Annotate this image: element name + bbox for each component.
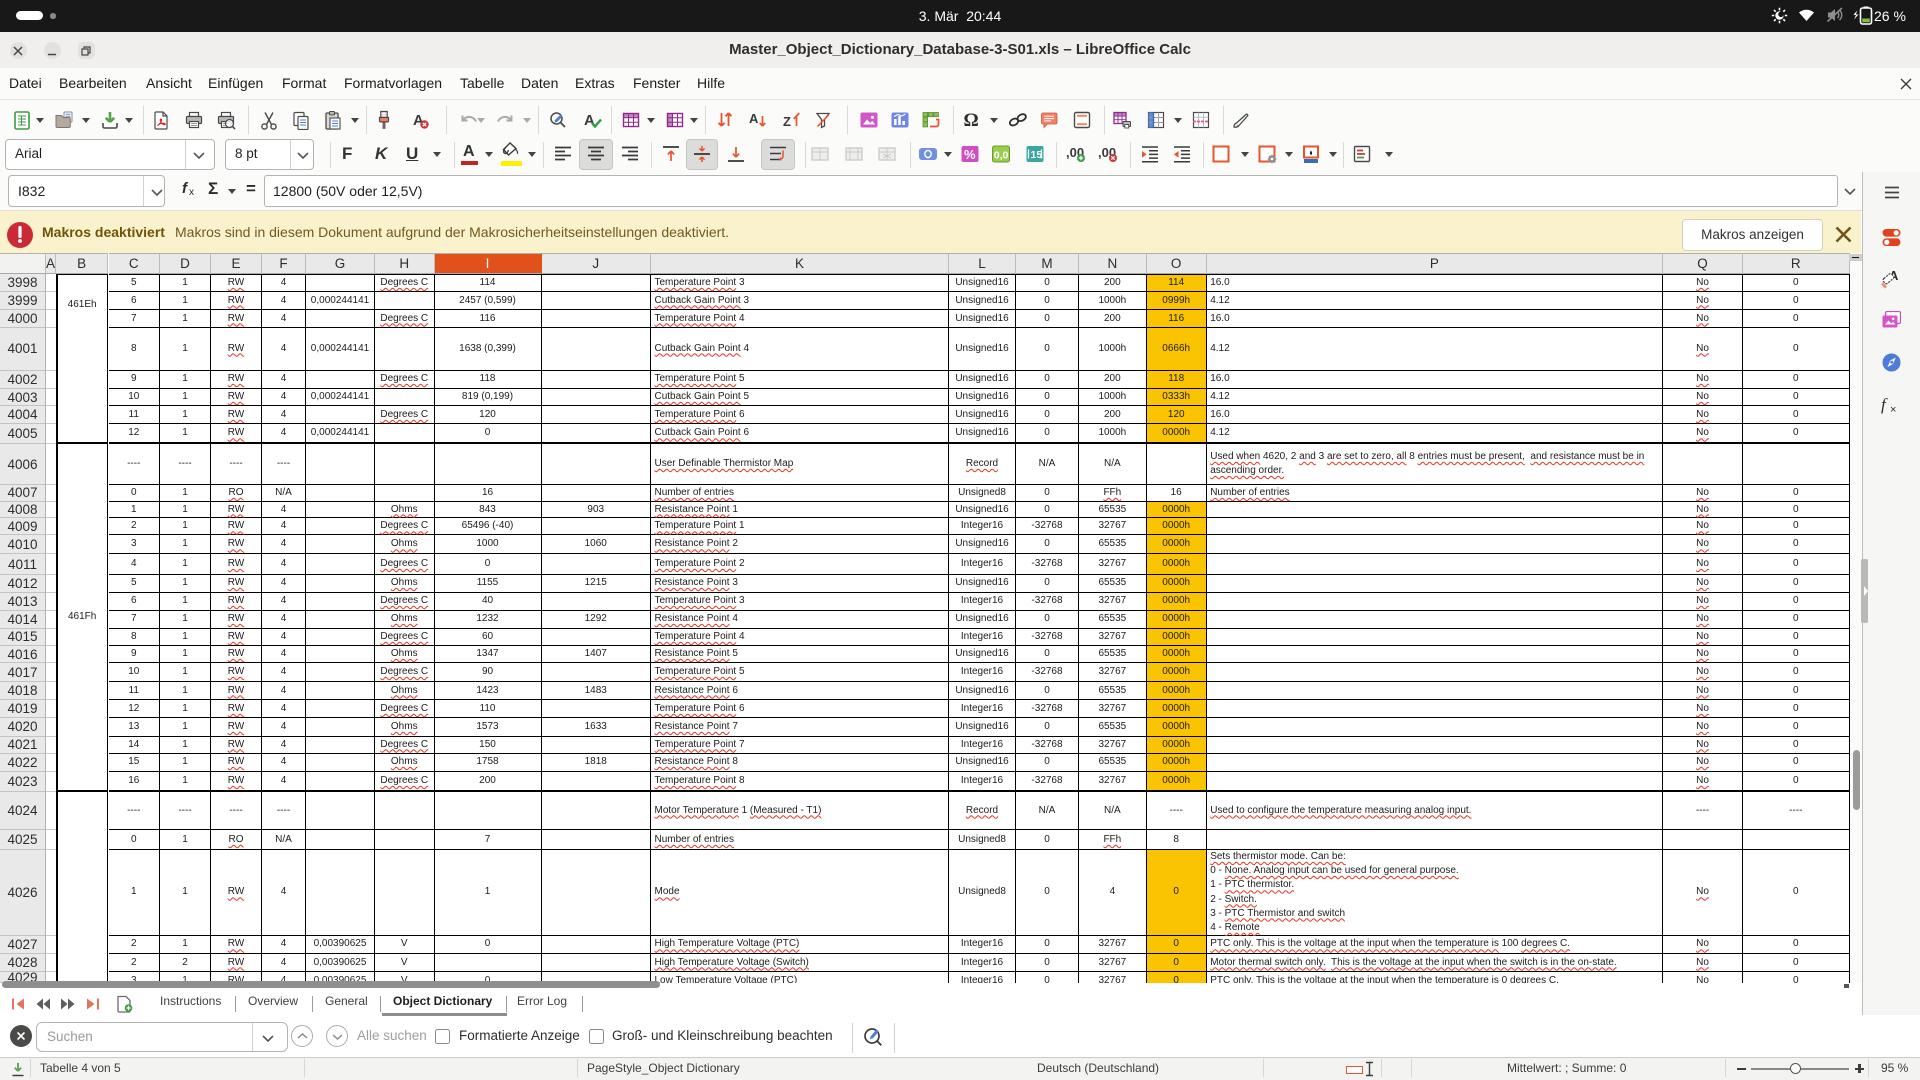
svg-text:f: f [1881, 395, 1888, 414]
svg-text:A: A [584, 112, 595, 129]
svg-text:0,0: 0,0 [994, 150, 1009, 162]
svg-text:A: A [749, 111, 759, 126]
svg-text:Ω: Ω [964, 110, 979, 130]
svg-text:Z: Z [783, 114, 791, 129]
svg-text:%: % [964, 147, 976, 162]
svg-text:×: × [1890, 404, 1896, 415]
svg-text:15: 15 [1031, 149, 1043, 161]
